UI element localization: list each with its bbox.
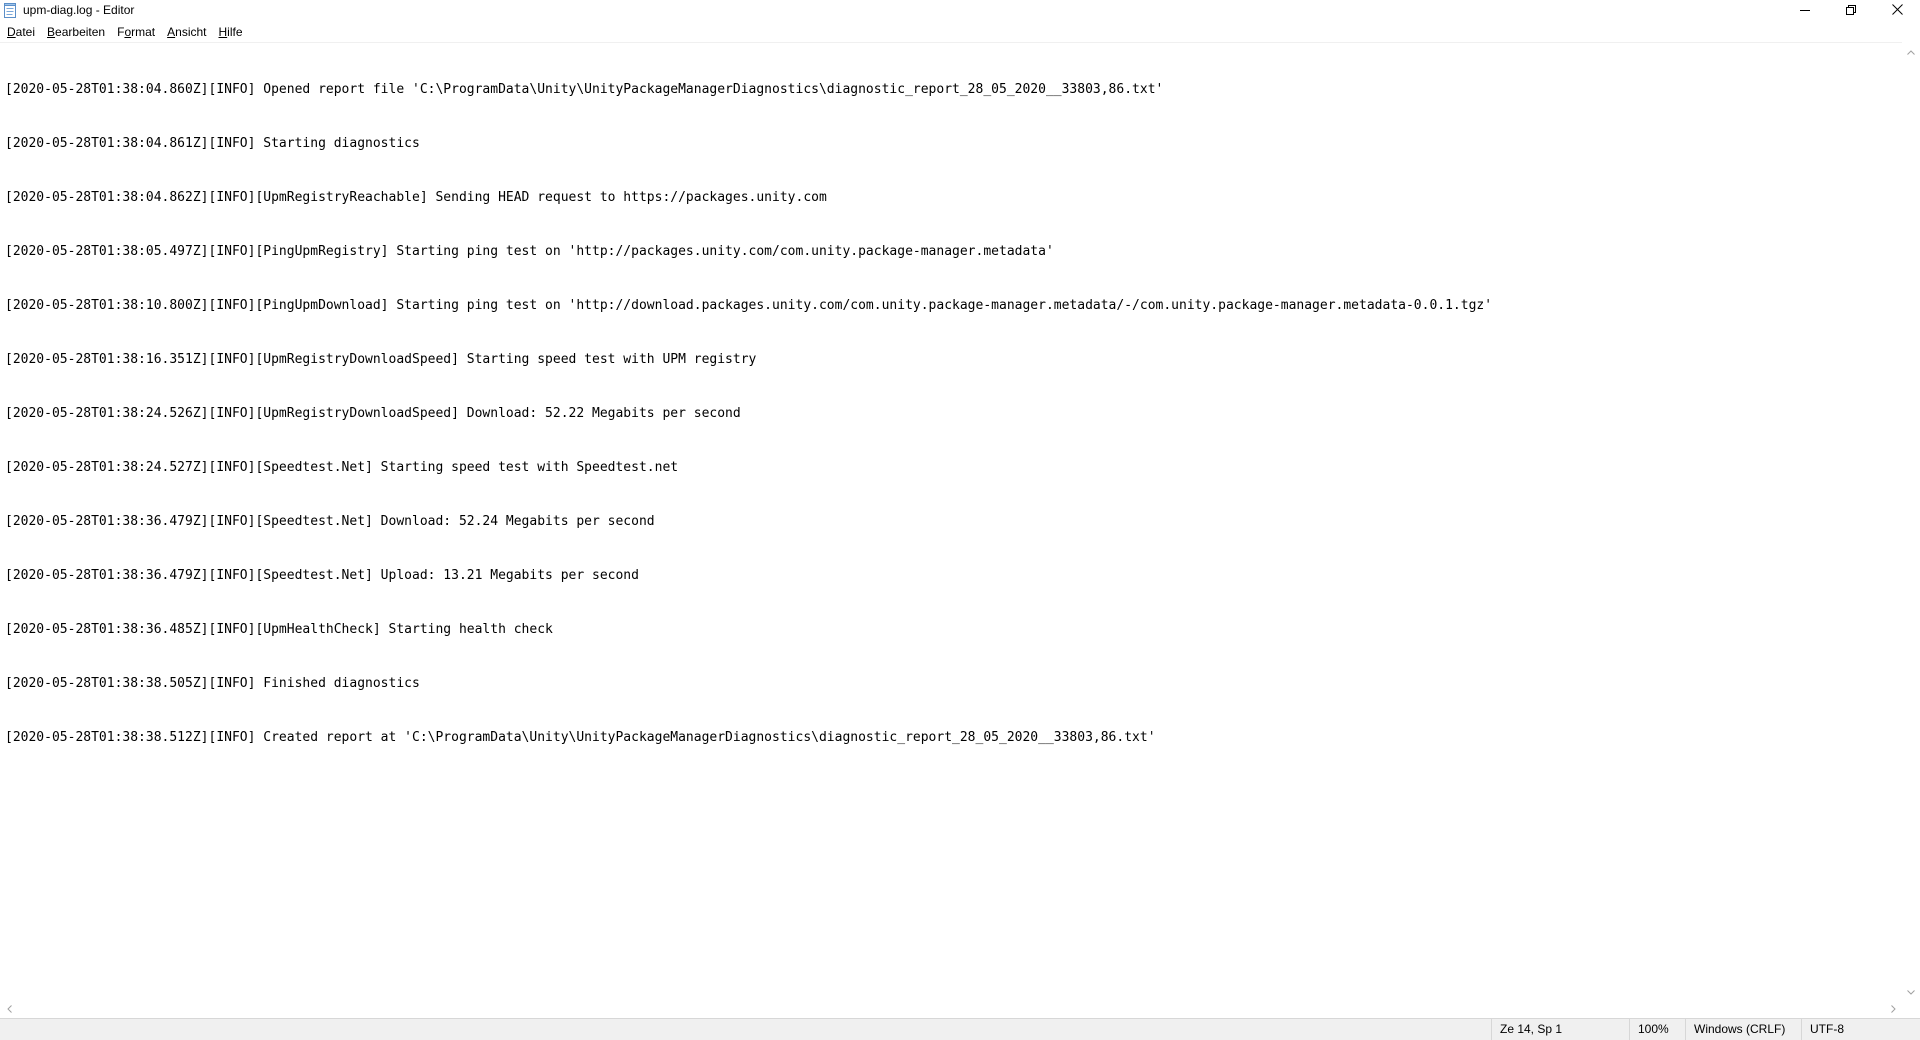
text-line: [2020-05-28T01:38:24.526Z][INFO][UpmRegi… bbox=[5, 406, 741, 421]
restore-button[interactable] bbox=[1828, 0, 1874, 22]
vertical-scrollbar[interactable] bbox=[1902, 42, 1920, 1000]
menu-ansicht[interactable]: Ansicht bbox=[161, 22, 212, 42]
scroll-up-button[interactable] bbox=[1902, 42, 1920, 60]
scroll-up-arrow-icon bbox=[1907, 42, 1915, 60]
menu-format[interactable]: Format bbox=[111, 22, 161, 42]
menu-hilfe[interactable]: Hilfe bbox=[213, 22, 249, 42]
text-line: [2020-05-28T01:38:36.479Z][INFO][Speedte… bbox=[5, 568, 639, 583]
scrollbar-corner bbox=[1902, 1000, 1920, 1018]
text-line: [2020-05-28T01:38:36.485Z][INFO][UpmHeal… bbox=[5, 622, 553, 637]
text-editor-area[interactable]: [2020-05-28T01:38:04.860Z][INFO] Opened … bbox=[0, 42, 1902, 1001]
scroll-down-button[interactable] bbox=[1902, 982, 1920, 1000]
encoding: UTF-8 bbox=[1801, 1019, 1920, 1040]
horizontal-scrollbar[interactable] bbox=[0, 1000, 1902, 1018]
zoom-level: 100% bbox=[1629, 1019, 1685, 1040]
text-line: [2020-05-28T01:38:05.497Z][INFO][PingUpm… bbox=[5, 244, 1054, 259]
text-line: [2020-05-28T01:38:36.479Z][INFO][Speedte… bbox=[5, 514, 655, 529]
scroll-right-button[interactable] bbox=[1884, 1000, 1902, 1018]
notepad-icon bbox=[4, 3, 17, 18]
scroll-right-arrow-icon bbox=[1890, 1000, 1896, 1018]
close-icon bbox=[1891, 2, 1903, 20]
line-ending: Windows (CRLF) bbox=[1685, 1019, 1801, 1040]
text-line: [2020-05-28T01:38:24.527Z][INFO][Speedte… bbox=[5, 460, 679, 475]
notepad-window: upm-diag.log - Editor Datei Bearbeiten F… bbox=[0, 0, 1920, 1040]
scroll-left-arrow-icon bbox=[6, 1000, 12, 1018]
text-line: [2020-05-28T01:38:04.860Z][INFO] Opened … bbox=[5, 82, 1164, 97]
menu-datei[interactable]: Datei bbox=[0, 22, 41, 42]
text-line: [2020-05-28T01:38:38.512Z][INFO] Created… bbox=[5, 730, 1156, 745]
restore-icon bbox=[1846, 2, 1856, 20]
text-line: [2020-05-28T01:38:04.861Z][INFO] Startin… bbox=[5, 136, 420, 151]
title-bar[interactable]: upm-diag.log - Editor bbox=[0, 0, 1920, 22]
window-title: upm-diag.log - Editor bbox=[23, 3, 135, 17]
text-line: [2020-05-28T01:38:10.800Z][INFO][PingUpm… bbox=[5, 298, 1493, 313]
text-line: [2020-05-28T01:38:16.351Z][INFO][UpmRegi… bbox=[5, 352, 757, 367]
minimize-button[interactable] bbox=[1782, 0, 1828, 22]
close-button[interactable] bbox=[1874, 0, 1920, 22]
status-bar: Ze 14, Sp 1 100% Windows (CRLF) UTF-8 bbox=[0, 1018, 1920, 1040]
menu-bar: Datei Bearbeiten Format Ansicht Hilfe bbox=[0, 22, 1920, 42]
cursor-position: Ze 14, Sp 1 bbox=[1491, 1019, 1629, 1040]
text-line: [2020-05-28T01:38:38.505Z][INFO] Finishe… bbox=[5, 676, 420, 691]
text-line: [2020-05-28T01:38:04.862Z][INFO][UpmRegi… bbox=[5, 190, 827, 205]
minimize-icon bbox=[1800, 2, 1810, 20]
scroll-left-button[interactable] bbox=[0, 1000, 18, 1018]
scroll-down-arrow-icon bbox=[1907, 982, 1915, 1000]
editor-content: [2020-05-28T01:38:04.860Z][INFO] Opened … bbox=[5, 45, 1492, 783]
menu-bearbeiten[interactable]: Bearbeiten bbox=[41, 22, 111, 42]
